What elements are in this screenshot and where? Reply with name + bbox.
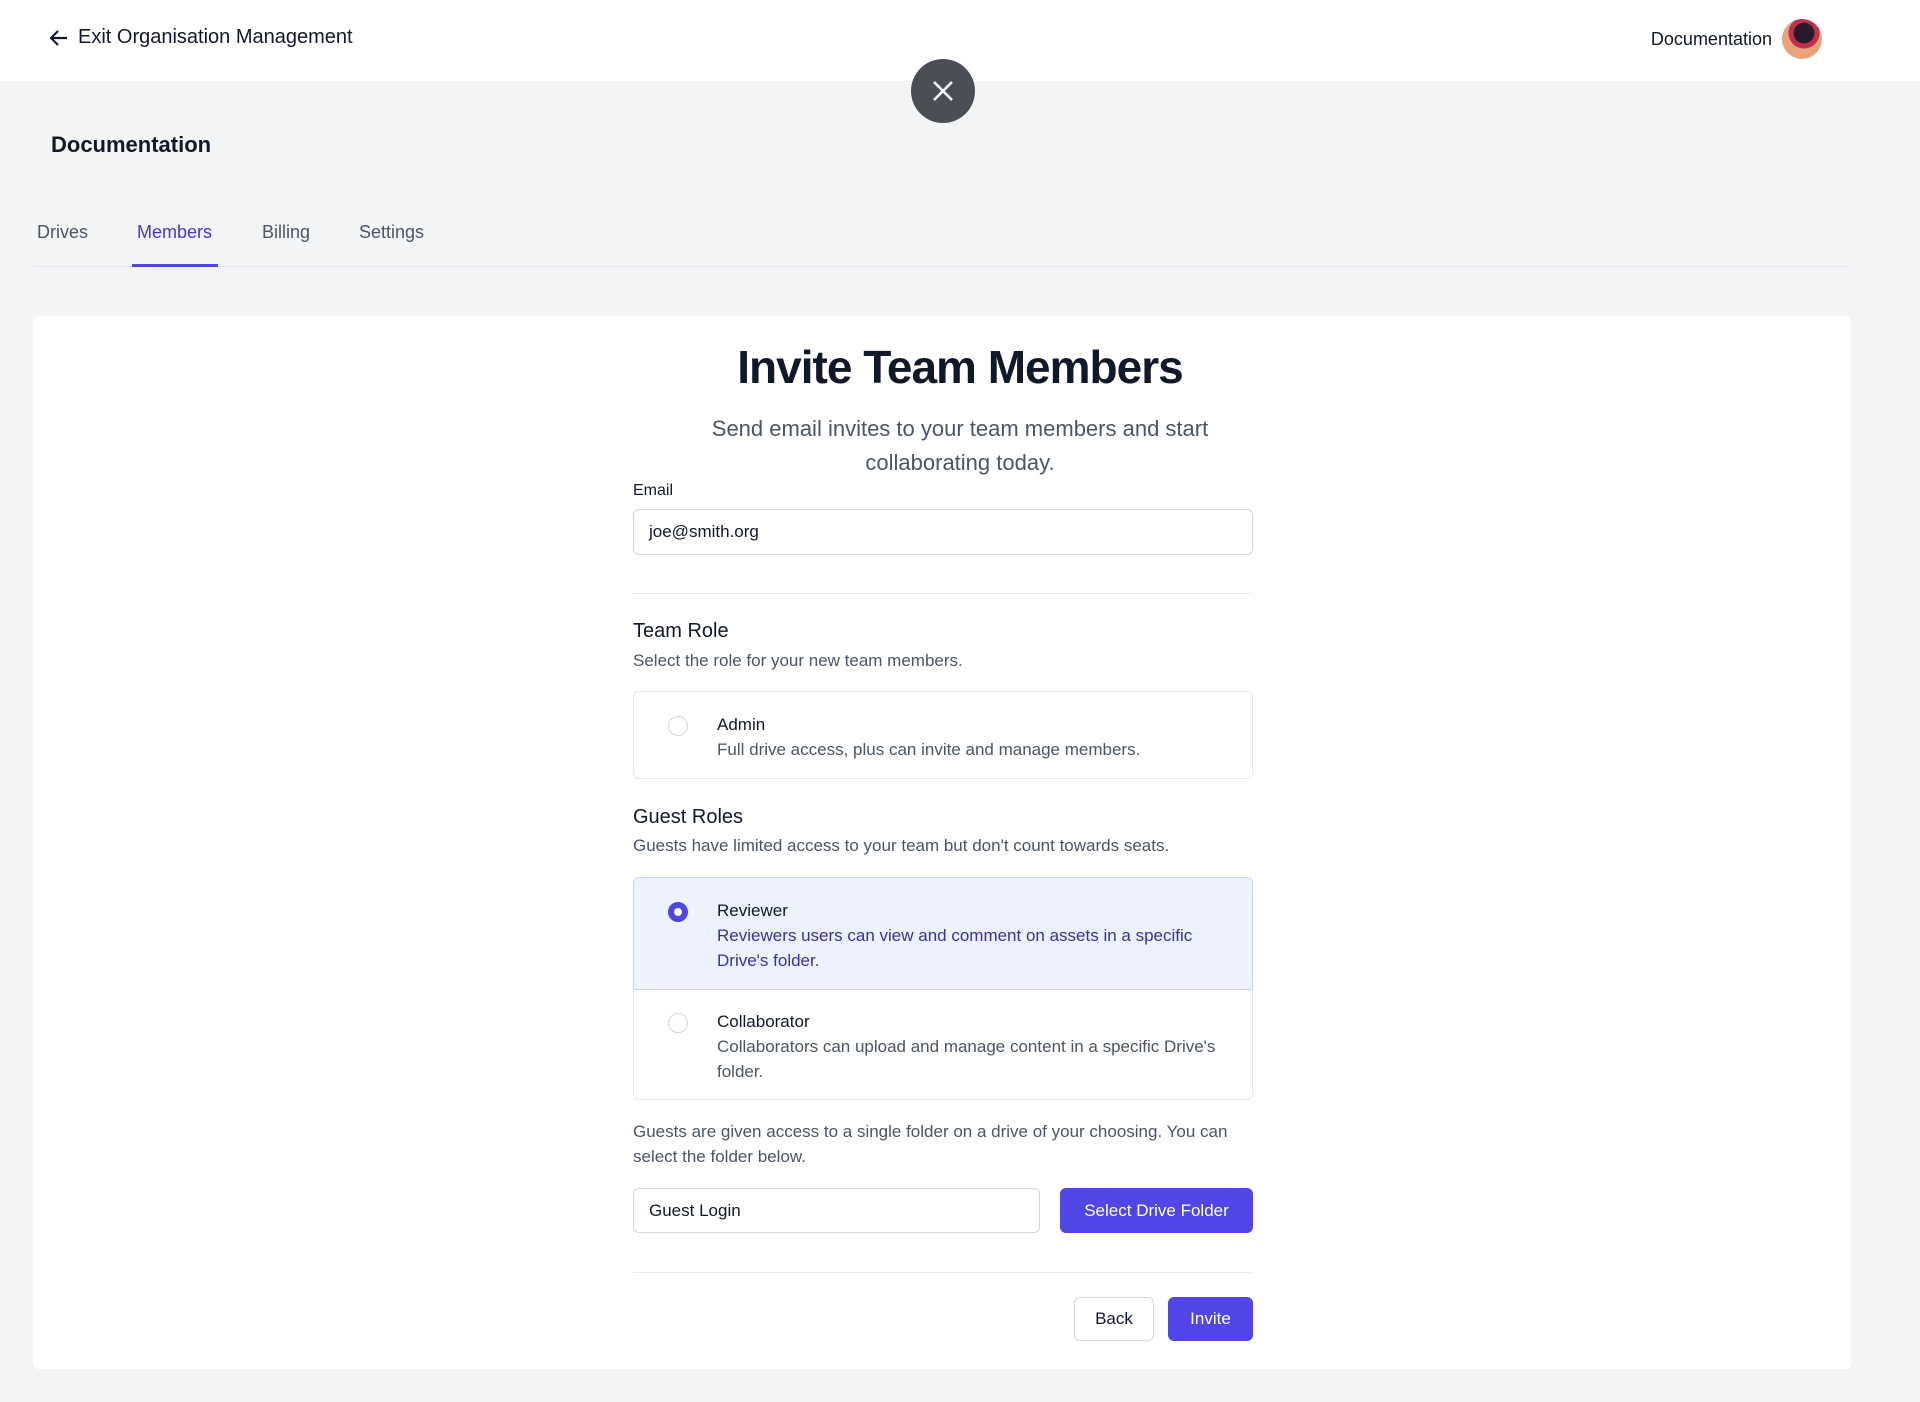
- close-icon: [933, 81, 953, 101]
- option-title: Reviewer: [717, 901, 788, 920]
- invite-title: Invite Team Members: [737, 341, 1183, 393]
- email-label: Email: [633, 482, 674, 499]
- guest-note: Guests are given access to a single fold…: [633, 1122, 1228, 1166]
- arrow-left-icon: [50, 29, 67, 46]
- tab-bar: Drives Members Billing Settings: [33, 222, 1851, 267]
- org-switcher[interactable]: Documentation: [1651, 19, 1822, 59]
- select-drive-folder-button[interactable]: Select Drive Folder: [1060, 1188, 1253, 1233]
- option-description: Collaborators can upload and manage cont…: [717, 1037, 1216, 1081]
- exit-label: Exit Organisation Management: [78, 26, 353, 48]
- role-option-reviewer[interactable]: Reviewer Reviewers users can view and co…: [633, 877, 1253, 990]
- divider: [633, 593, 1253, 594]
- team-role-description: Select the role for your new team member…: [633, 651, 963, 670]
- folder-input[interactable]: Guest Login: [633, 1188, 1040, 1233]
- role-option-collaborator[interactable]: Collaborator Collaborators can upload an…: [633, 989, 1253, 1100]
- option-description: Full drive access, plus can invite and m…: [717, 740, 1141, 759]
- option-description: Reviewers users can view and comment on …: [717, 926, 1193, 970]
- divider: [633, 1272, 1253, 1273]
- option-title: Admin: [717, 715, 766, 734]
- option-title: Collaborator: [717, 1012, 810, 1031]
- page-title: Documentation: [51, 132, 212, 157]
- tab-billing[interactable]: Billing: [262, 222, 310, 243]
- close-button[interactable]: [911, 59, 975, 123]
- invite-button[interactable]: Invite: [1168, 1297, 1253, 1341]
- collaborator-radio[interactable]: [668, 1013, 688, 1033]
- invite-subtitle: Send email invites to your team members …: [711, 416, 1209, 475]
- team-role-heading: Team Role: [633, 620, 729, 642]
- tab-members[interactable]: Members: [137, 222, 212, 243]
- role-option-admin[interactable]: Admin Full drive access, plus can invite…: [633, 691, 1253, 779]
- avatar[interactable]: [1782, 19, 1822, 59]
- tab-drives[interactable]: Drives: [37, 222, 88, 243]
- admin-radio[interactable]: [668, 716, 688, 736]
- guest-roles-heading: Guest Roles: [633, 806, 744, 828]
- exit-org-management-link[interactable]: Exit Organisation Management: [50, 26, 353, 49]
- active-tab-indicator: [132, 264, 218, 267]
- guest-roles-description: Guests have limited access to your team …: [633, 836, 1170, 855]
- email-input[interactable]: joe@smith.org: [633, 509, 1253, 555]
- reviewer-radio[interactable]: [668, 902, 688, 922]
- org-name: Documentation: [1650, 28, 1772, 49]
- back-button[interactable]: Back: [1074, 1297, 1154, 1341]
- tab-settings[interactable]: Settings: [359, 222, 424, 243]
